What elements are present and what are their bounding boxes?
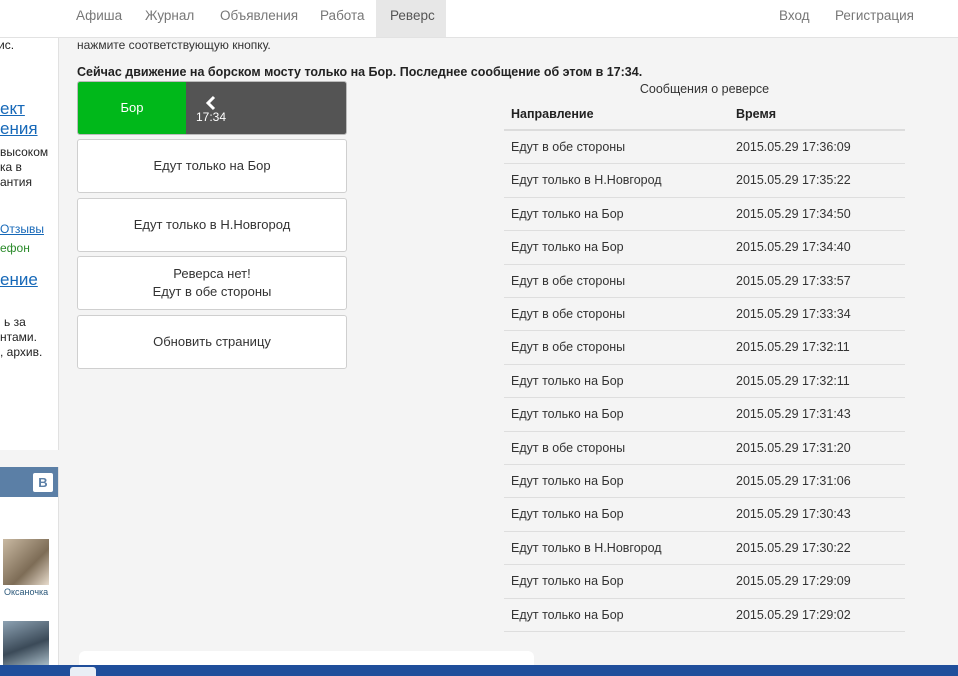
only-bor-button[interactable]: Едут только на Бор bbox=[77, 139, 347, 193]
column-header-time: Время bbox=[736, 107, 776, 121]
sidebar-text: ь за bbox=[4, 315, 26, 329]
direction-cell: Едут в обе стороны bbox=[511, 273, 626, 288]
chevron-left-icon bbox=[205, 95, 216, 111]
current-state-time: 17:34 bbox=[196, 110, 227, 124]
direction-cell: Едут только на Бор bbox=[511, 373, 624, 388]
time-cell: 2015.05.29 17:30:43 bbox=[736, 507, 851, 522]
time-cell: 2015.05.29 17:30:22 bbox=[736, 540, 851, 555]
table-row: Едут только в Н.Новгород 2015.05.29 17:30… bbox=[504, 532, 905, 566]
sidebar-phone-text: ефон bbox=[0, 241, 30, 255]
direction-cell: Едут в обе стороны bbox=[511, 307, 626, 321]
time-cell: 2015.05.29 17:31:43 bbox=[736, 407, 851, 422]
sidebar-text: антия bbox=[0, 175, 32, 189]
button-label: Едут только в Н.Новгород bbox=[133, 217, 291, 232]
time-cell: 2015.05.29 17:35:22 bbox=[736, 173, 851, 188]
time-cell: 2015.05.29 17:31:20 bbox=[736, 440, 851, 455]
table-row: Едут только на Бор 2015.05.29 17:34:50 bbox=[504, 198, 905, 232]
sidebar-heading-link[interactable]: ения bbox=[0, 119, 38, 139]
direction-cell: Едут только на Бор bbox=[511, 407, 624, 422]
button-label: Едут только на Бор bbox=[153, 158, 271, 173]
table-row: Едут только на Бор 2015.05.29 17:29:09 bbox=[504, 565, 905, 599]
table-caption: Сообщения о реверсе bbox=[639, 82, 770, 96]
left-sidebar: ис. ект ения высоком ка в антия Отзывы е… bbox=[0, 38, 59, 450]
direction-cell: Едут только на Бор bbox=[511, 574, 624, 589]
table-row: Едут в обе стороны 2015.05.29 17:32:11 bbox=[504, 331, 905, 365]
refresh-button[interactable]: Обновить страницу bbox=[77, 315, 347, 369]
table-row: Едут только на Бор 2015.05.29 17:31:06 bbox=[504, 465, 905, 499]
no-reverse-button[interactable]: Реверса нет! Едут в обе стороны bbox=[77, 256, 347, 310]
direction-cell: Едут только на Бор bbox=[511, 507, 624, 522]
table-row: Едут только на Бор 2015.05.29 17:31:43 bbox=[504, 398, 905, 432]
time-cell: 2015.05.29 17:33:57 bbox=[736, 273, 851, 288]
table-row: Едут только на Бор 2015.05.29 17:30:43 bbox=[504, 498, 905, 532]
table-row: Едут только в Н.Новгород 2015.05.29 17:35… bbox=[504, 164, 905, 198]
sidebar-heading-link[interactable]: ение bbox=[0, 270, 38, 290]
taskbar bbox=[0, 665, 958, 676]
direction-cell: Едут в обе стороны bbox=[511, 340, 626, 355]
direction-cell: Едут только на Бор bbox=[511, 474, 624, 488]
member-avatar[interactable] bbox=[3, 621, 49, 667]
time-cell: 2015.05.29 17:31:06 bbox=[736, 474, 851, 488]
direction-cell: Едут только в Н.Новгород bbox=[511, 173, 662, 188]
sidebar-text: ис. bbox=[0, 38, 15, 52]
direction-cell: Едут только на Бор bbox=[511, 607, 624, 622]
current-direction: Бор bbox=[78, 82, 186, 134]
vk-widget: В Оксаночка bbox=[0, 467, 59, 667]
table-row: Едут в обе стороны 2015.05.29 17:33:57 bbox=[504, 265, 905, 298]
time-cell: 2015.05.29 17:32:11 bbox=[736, 373, 850, 388]
direction-cell: Едут только на Бор bbox=[511, 240, 624, 255]
time-cell: 2015.05.29 17:29:02 bbox=[736, 607, 851, 622]
sidebar-text: ка в bbox=[0, 160, 22, 174]
button-label: Обновить страницу bbox=[153, 334, 271, 349]
nav-work[interactable]: Работа bbox=[306, 0, 379, 37]
table-row: Едут только на Бор 2015.05.29 17:34:40 bbox=[504, 231, 905, 265]
top-navigation: Афиша Журнал Объявления Работа Реверс Вх… bbox=[0, 0, 958, 38]
direction-cell: Едут в обе стороны bbox=[511, 440, 626, 455]
current-state-indicator: Бор 17:34 bbox=[77, 81, 347, 135]
member-avatar[interactable] bbox=[3, 539, 49, 585]
reviews-link[interactable]: Отзывы bbox=[0, 222, 44, 236]
nav-register[interactable]: Регистрация bbox=[821, 0, 928, 37]
nav-ads[interactable]: Объявления bbox=[206, 0, 312, 37]
time-cell: 2015.05.29 17:36:09 bbox=[736, 140, 851, 154]
table-row: Едут только на Бор 2015.05.29 17:29:02 bbox=[504, 599, 905, 632]
sidebar-heading-link[interactable]: ект bbox=[0, 99, 25, 119]
only-nn-button[interactable]: Едут только в Н.Новгород bbox=[77, 198, 347, 252]
table-header: Направление Время bbox=[504, 98, 905, 131]
vk-logo-icon[interactable]: В bbox=[33, 473, 53, 492]
column-header-direction: Направление bbox=[511, 107, 594, 121]
sidebar-text: нтами. bbox=[0, 330, 37, 344]
nav-journal[interactable]: Журнал bbox=[131, 0, 208, 37]
sidebar-text: , архив. bbox=[0, 345, 43, 359]
table-row: Едут в обе стороны 2015.05.29 17:31:20 bbox=[504, 432, 905, 465]
instruction-text: нажмите соответствующую кнопку. bbox=[77, 38, 271, 52]
time-cell: 2015.05.29 17:34:40 bbox=[736, 240, 851, 255]
taskbar-button[interactable] bbox=[70, 667, 96, 676]
direction-cell: Едут только на Бор bbox=[511, 206, 624, 221]
time-cell: 2015.05.29 17:32:11 bbox=[736, 340, 850, 355]
nav-reverse[interactable]: Реверс bbox=[376, 0, 446, 37]
nav-login[interactable]: Вход bbox=[765, 0, 824, 37]
sidebar-text: высоком bbox=[0, 145, 49, 159]
table-row: Едут в обе стороны 2015.05.29 17:33:34 bbox=[504, 298, 905, 332]
nav-afisha[interactable]: Афиша bbox=[62, 0, 136, 37]
time-cell: 2015.05.29 17:34:50 bbox=[736, 206, 851, 221]
button-label: Едут в обе стороны bbox=[152, 284, 272, 299]
direction-cell: Едут в обе стороны bbox=[511, 140, 626, 154]
direction-cell: Едут только в Н.Новгород bbox=[511, 540, 662, 555]
time-cell: 2015.05.29 17:29:09 bbox=[736, 574, 851, 589]
time-cell: 2015.05.29 17:33:34 bbox=[736, 307, 851, 321]
current-state-time-panel: 17:34 bbox=[186, 82, 346, 134]
table-row: Едут только на Бор 2015.05.29 17:32:11 bbox=[504, 365, 905, 399]
status-text: Сейчас движение на борском мосту только … bbox=[77, 65, 643, 79]
table-row: Едут в обе стороны 2015.05.29 17:36:09 bbox=[504, 131, 905, 165]
member-name[interactable]: Оксаночка bbox=[4, 587, 48, 597]
button-label: Реверса нет! bbox=[173, 266, 251, 281]
